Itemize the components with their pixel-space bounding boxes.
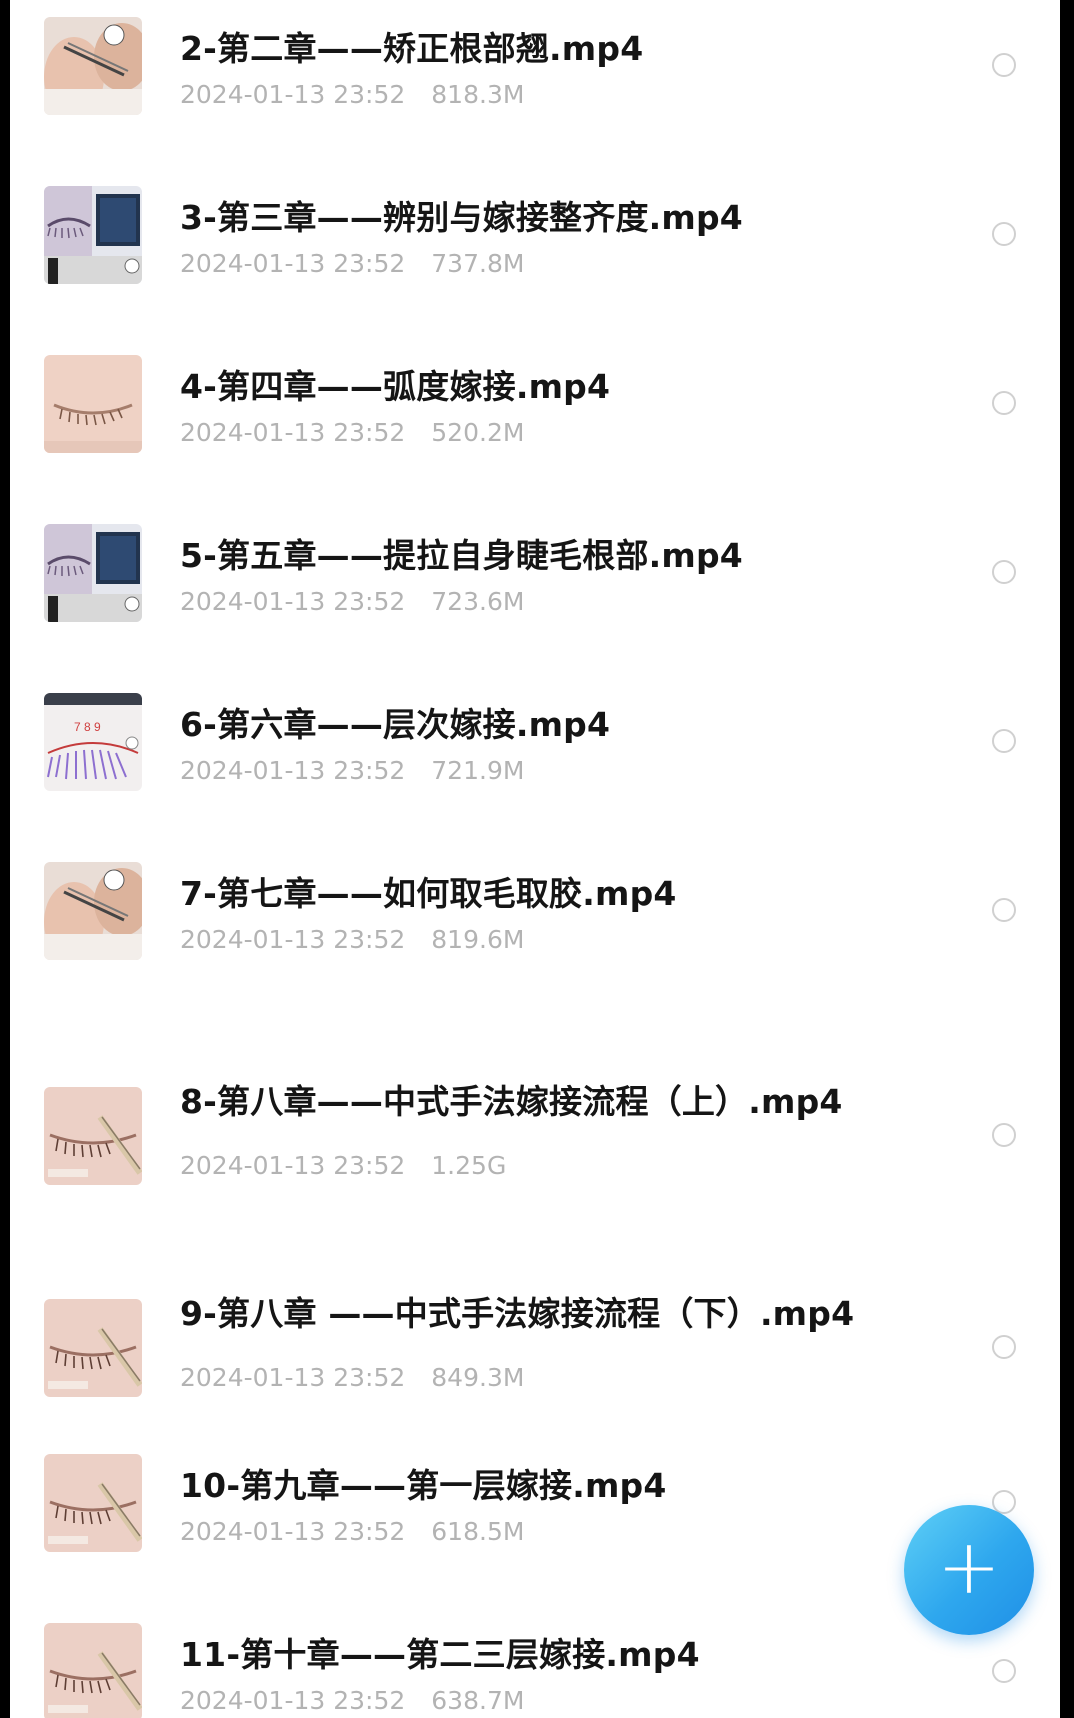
- svg-text:7 8 9: 7 8 9: [74, 720, 101, 734]
- file-date: 2024-01-13 23:52: [180, 249, 406, 278]
- file-name: 5-第五章——提拉自身睫毛根部.mp4: [180, 536, 743, 575]
- file-meta: 2024-01-13 23:52 1.25G: [180, 1151, 506, 1180]
- file-meta: 2024-01-13 23:52 819.6M: [180, 925, 524, 954]
- file-meta: 2024-01-13 23:52 849.3M: [180, 1363, 524, 1392]
- file-size: 819.6M: [431, 925, 525, 954]
- file-size: 638.7M: [431, 1686, 525, 1715]
- file-meta: 2024-01-13 23:52 520.2M: [180, 418, 524, 447]
- file-meta: 2024-01-13 23:52 721.9M: [180, 756, 524, 785]
- file-date: 2024-01-13 23:52: [180, 80, 406, 109]
- file-size: 723.6M: [431, 587, 525, 616]
- file-date: 2024-01-13 23:52: [180, 1686, 406, 1715]
- select-radio[interactable]: [992, 1335, 1016, 1359]
- file-row[interactable]: 5-第五章——提拉自身睫毛根部.mp4 2024-01-13 23:52 723.6…: [10, 519, 1060, 679]
- file-meta: 2024-01-13 23:52 638.7M: [180, 1686, 524, 1715]
- file-date: 2024-01-13 23:52: [180, 587, 406, 616]
- file-size: 721.9M: [431, 756, 525, 785]
- select-radio[interactable]: [992, 898, 1016, 922]
- file-row[interactable]: 8-第八章——中式手法嫁接流程（上）.mp4 2024-01-13 23:52 1.…: [10, 1047, 1060, 1207]
- select-radio[interactable]: [992, 391, 1016, 415]
- select-radio[interactable]: [992, 1123, 1016, 1147]
- file-row[interactable]: 4-第四章——弧度嫁接.mp4 2024-01-13 23:52 520.2M: [10, 350, 1060, 510]
- file-row[interactable]: 9-第八章 ——中式手法嫁接流程（下）.mp4 2024-01-13 23:52 8…: [10, 1259, 1060, 1419]
- file-row[interactable]: 7 8 9 6-第六章——层次嫁接.mp4 2024-01-13 23:52 721…: [10, 688, 1060, 848]
- file-date: 2024-01-13 23:52: [180, 418, 406, 447]
- file-meta: 2024-01-13 23:52 618.5M: [180, 1517, 524, 1546]
- file-date: 2024-01-13 23:52: [180, 1151, 406, 1180]
- video-thumbnail: 7 8 9: [44, 693, 142, 791]
- file-name: 3-第三章——辨别与嫁接整齐度.mp4: [180, 198, 743, 237]
- plus-icon: +: [937, 1522, 1001, 1611]
- file-meta: 2024-01-13 23:52 723.6M: [180, 587, 524, 616]
- file-size: 1.25G: [431, 1151, 507, 1180]
- file-name: 6-第六章——层次嫁接.mp4: [180, 705, 611, 744]
- file-row[interactable]: 2-第二章——矫正根部翘.mp4 2024-01-13 23:52 818.3M: [10, 12, 1060, 172]
- file-meta: 2024-01-13 23:52 818.3M: [180, 80, 524, 109]
- file-name: 4-第四章——弧度嫁接.mp4: [180, 367, 611, 406]
- select-radio[interactable]: [992, 1659, 1016, 1683]
- video-thumbnail: [44, 1087, 142, 1185]
- video-thumbnail: [44, 524, 142, 622]
- video-thumbnail: [44, 17, 142, 115]
- file-row[interactable]: 10-第九章——第一层嫁接.mp4 2024-01-13 23:52 618.5M: [10, 1449, 1060, 1609]
- video-thumbnail: [44, 355, 142, 453]
- file-size: 849.3M: [431, 1363, 525, 1392]
- add-button[interactable]: +: [904, 1505, 1034, 1635]
- file-list-screen: 2-第二章——矫正根部翘.mp4 2024-01-13 23:52 818.3M 3…: [10, 0, 1060, 1718]
- video-thumbnail: [44, 186, 142, 284]
- file-date: 2024-01-13 23:52: [180, 925, 406, 954]
- file-size: 737.8M: [431, 249, 525, 278]
- file-size: 618.5M: [431, 1517, 525, 1546]
- file-date: 2024-01-13 23:52: [180, 756, 406, 785]
- file-date: 2024-01-13 23:52: [180, 1363, 406, 1392]
- file-row[interactable]: 7-第七章——如何取毛取胶.mp4 2024-01-13 23:52 819.6M: [10, 857, 1060, 1017]
- file-name: 7-第七章——如何取毛取胶.mp4: [180, 874, 677, 913]
- file-name: 11-第十章——第二三层嫁接.mp4: [180, 1635, 700, 1674]
- file-date: 2024-01-13 23:52: [180, 1517, 406, 1546]
- select-radio[interactable]: [992, 222, 1016, 246]
- file-name: 9-第八章 ——中式手法嫁接流程（下）.mp4: [180, 1294, 855, 1333]
- file-row[interactable]: 3-第三章——辨别与嫁接整齐度.mp4 2024-01-13 23:52 737.8…: [10, 181, 1060, 341]
- select-radio[interactable]: [992, 560, 1016, 584]
- file-size: 818.3M: [431, 80, 525, 109]
- video-thumbnail: [44, 1454, 142, 1552]
- file-name: 2-第二章——矫正根部翘.mp4: [180, 29, 644, 68]
- video-thumbnail: [44, 1623, 142, 1718]
- file-name: 8-第八章——中式手法嫁接流程（上）.mp4: [180, 1082, 843, 1121]
- select-radio[interactable]: [992, 53, 1016, 77]
- select-radio[interactable]: [992, 729, 1016, 753]
- file-size: 520.2M: [431, 418, 525, 447]
- file-row[interactable]: 11-第十章——第二三层嫁接.mp4 2024-01-13 23:52 638.7M: [10, 1618, 1060, 1718]
- video-thumbnail: [44, 862, 142, 960]
- file-name: 10-第九章——第一层嫁接.mp4: [180, 1466, 667, 1505]
- video-thumbnail: [44, 1299, 142, 1397]
- file-meta: 2024-01-13 23:52 737.8M: [180, 249, 524, 278]
